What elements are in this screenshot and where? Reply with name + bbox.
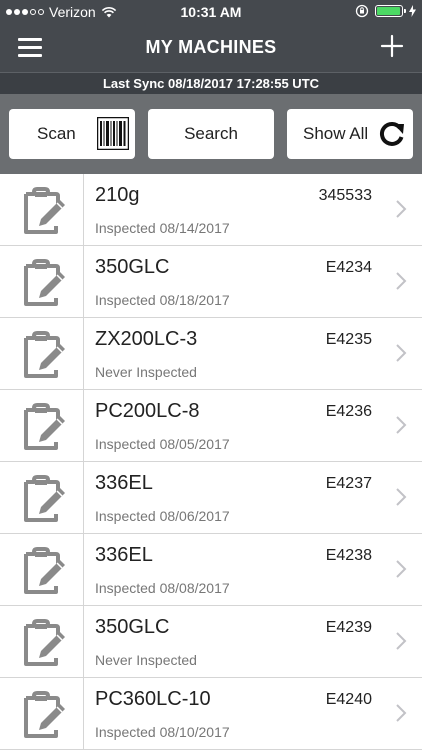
machine-serial: E4236 xyxy=(325,403,372,420)
machine-row-0[interactable]: 210g 345533 Inspected 08/14/2017 xyxy=(0,174,422,246)
status-right xyxy=(355,4,416,18)
clipboard-edit-icon xyxy=(24,547,65,594)
clipboard-edit-icon xyxy=(24,187,65,234)
machine-row-2[interactable]: ZX200LC-3 E4235 Never Inspected xyxy=(0,318,422,390)
clipboard-edit-icon xyxy=(24,403,65,450)
machine-list: 210g 345533 Inspected 08/14/2017 350GLC … xyxy=(0,174,422,750)
machine-icon-cell xyxy=(0,534,84,606)
machine-serial: E4235 xyxy=(325,331,372,348)
machine-name: 210g xyxy=(95,184,140,206)
chevron-right-icon xyxy=(396,272,407,290)
rotation-lock-icon xyxy=(355,4,369,18)
machine-name: PC200LC-8 xyxy=(95,400,200,422)
inspection-status: Never Inspected xyxy=(95,364,197,380)
barcode-icon xyxy=(97,117,129,150)
inspection-status: Inspected 08/08/2017 xyxy=(95,580,230,596)
machine-name: 336EL xyxy=(95,472,153,494)
machine-name: 350GLC xyxy=(95,256,170,278)
inspection-status: Inspected 08/10/2017 xyxy=(95,724,230,740)
machine-row-6[interactable]: 350GLC E4239 Never Inspected xyxy=(0,606,422,678)
machine-serial: E4239 xyxy=(325,619,372,636)
chevron-right-icon xyxy=(396,488,407,506)
chevron-right-icon xyxy=(396,632,407,650)
machine-row-1[interactable]: 350GLC E4234 Inspected 08/18/2017 xyxy=(0,246,422,318)
toolbar: Scan Search Show All xyxy=(0,94,422,174)
clipboard-edit-icon xyxy=(24,259,65,306)
show-all-button-label: Show All xyxy=(303,124,369,143)
machine-icon-cell xyxy=(0,678,84,750)
plus-icon[interactable] xyxy=(380,34,404,58)
hamburger-menu-icon[interactable] xyxy=(18,38,42,58)
machine-icon-cell xyxy=(0,390,84,462)
machine-serial: E4234 xyxy=(325,259,372,276)
page-title: MY MACHINES xyxy=(145,37,277,57)
inspection-status: Never Inspected xyxy=(95,652,197,668)
machine-serial: E4240 xyxy=(325,691,372,708)
battery-level-fill xyxy=(377,7,400,15)
machine-row-7[interactable]: PC360LC-10 E4240 Inspected 08/10/2017 xyxy=(0,678,422,750)
battery-icon xyxy=(375,5,406,17)
charging-bolt-icon xyxy=(409,5,416,17)
search-button-label: Search xyxy=(184,124,238,143)
scan-button[interactable]: Scan xyxy=(9,109,135,159)
chevron-right-icon xyxy=(396,416,407,434)
machine-icon-cell xyxy=(0,606,84,678)
machine-row-5[interactable]: 336EL E4238 Inspected 08/08/2017 xyxy=(0,534,422,606)
chevron-right-icon xyxy=(396,200,407,218)
search-button[interactable]: Search xyxy=(148,109,274,159)
machine-icon-cell xyxy=(0,318,84,390)
inspection-status: Inspected 08/18/2017 xyxy=(95,292,230,308)
inspection-status: Inspected 08/14/2017 xyxy=(95,220,230,236)
inspection-status: Inspected 08/05/2017 xyxy=(95,436,230,452)
chevron-right-icon xyxy=(396,344,407,362)
machine-serial: E4237 xyxy=(325,475,372,492)
machine-icon-cell xyxy=(0,462,84,534)
machine-name: ZX200LC-3 xyxy=(95,328,198,350)
chevron-right-icon xyxy=(396,704,407,722)
clipboard-edit-icon xyxy=(24,331,65,378)
machine-name: 350GLC xyxy=(95,616,170,638)
last-sync-label: Last Sync 08/18/2017 17:28:55 UTC xyxy=(0,72,422,94)
machine-row-3[interactable]: PC200LC-8 E4236 Inspected 08/05/2017 xyxy=(0,390,422,462)
machine-name: PC360LC-10 xyxy=(95,688,211,710)
clipboard-edit-icon xyxy=(24,475,65,522)
machine-icon-cell xyxy=(0,246,84,318)
nav-bar: MY MACHINES xyxy=(0,24,422,72)
status-bar: Verizon 10:31 AM xyxy=(0,0,422,24)
machine-serial: E4238 xyxy=(325,547,372,564)
show-all-button[interactable]: Show All xyxy=(287,109,413,159)
refresh-icon xyxy=(379,122,404,146)
machine-row-4[interactable]: 336EL E4237 Inspected 08/06/2017 xyxy=(0,462,422,534)
clipboard-edit-icon xyxy=(24,619,65,666)
machine-name: 336EL xyxy=(95,544,153,566)
machine-serial: 345533 xyxy=(318,187,372,204)
clipboard-edit-icon xyxy=(24,691,65,738)
scan-button-label: Scan xyxy=(37,124,76,143)
chevron-right-icon xyxy=(396,560,407,578)
inspection-status: Inspected 08/06/2017 xyxy=(95,508,230,524)
machine-icon-cell xyxy=(0,174,84,246)
